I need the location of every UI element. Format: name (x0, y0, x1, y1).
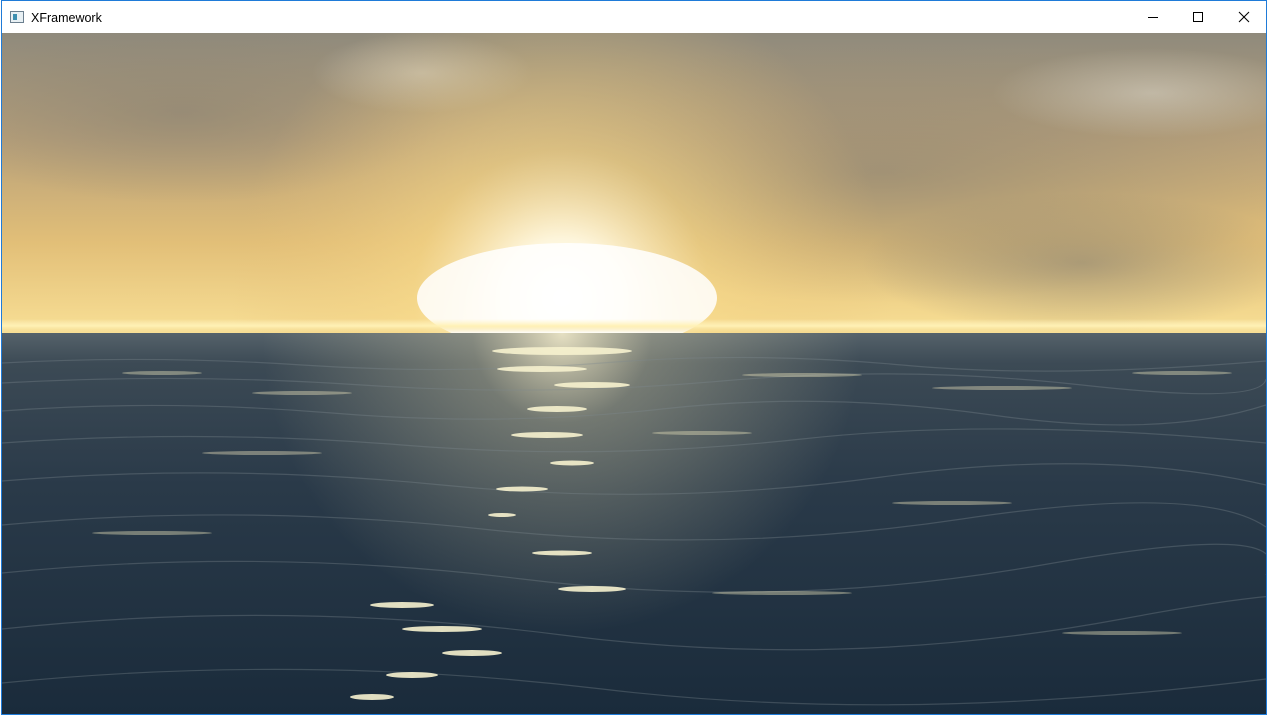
minimize-button[interactable] (1130, 1, 1176, 33)
minimize-icon (1148, 17, 1158, 18)
maximize-button[interactable] (1175, 1, 1221, 33)
app-window-icon (10, 11, 24, 23)
window-title: XFramework (31, 11, 102, 25)
title-bar[interactable]: XFramework (2, 1, 1266, 33)
close-icon (1238, 11, 1250, 23)
render-viewport[interactable] (2, 33, 1266, 714)
close-button[interactable] (1221, 1, 1266, 33)
ocean-sunset-scene (2, 33, 1266, 714)
app-window: XFramework (1, 0, 1267, 715)
maximize-icon (1193, 12, 1203, 22)
